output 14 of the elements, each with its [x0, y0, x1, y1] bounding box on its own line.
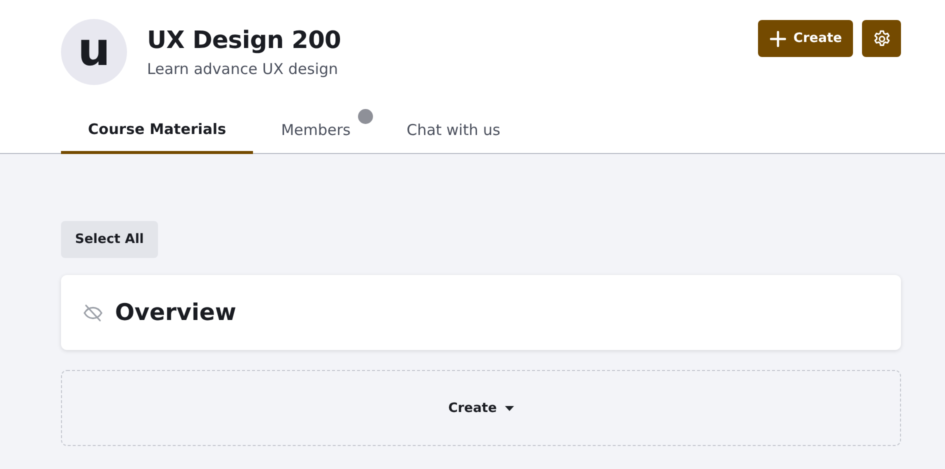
tab[interactable]: Chat with us: [378, 108, 528, 154]
tab[interactable]: Course Materials: [61, 108, 254, 154]
settings-icon: [872, 28, 892, 48]
plus-icon: [770, 30, 786, 46]
course-subtitle: Learn advance UX design: [147, 60, 340, 78]
settings-button[interactable]: [862, 20, 901, 57]
caret-icon: [504, 406, 514, 410]
create-dropdown-button[interactable]: Create: [442, 400, 520, 416]
create-button[interactable]: Create: [758, 20, 853, 57]
tab[interactable]: Members: [253, 108, 379, 154]
course-title: UX Design 200: [147, 25, 341, 56]
course-avatar: u: [61, 19, 127, 85]
section-title: Overview: [115, 300, 236, 326]
select-all-button[interactable]: Select All: [61, 221, 158, 258]
